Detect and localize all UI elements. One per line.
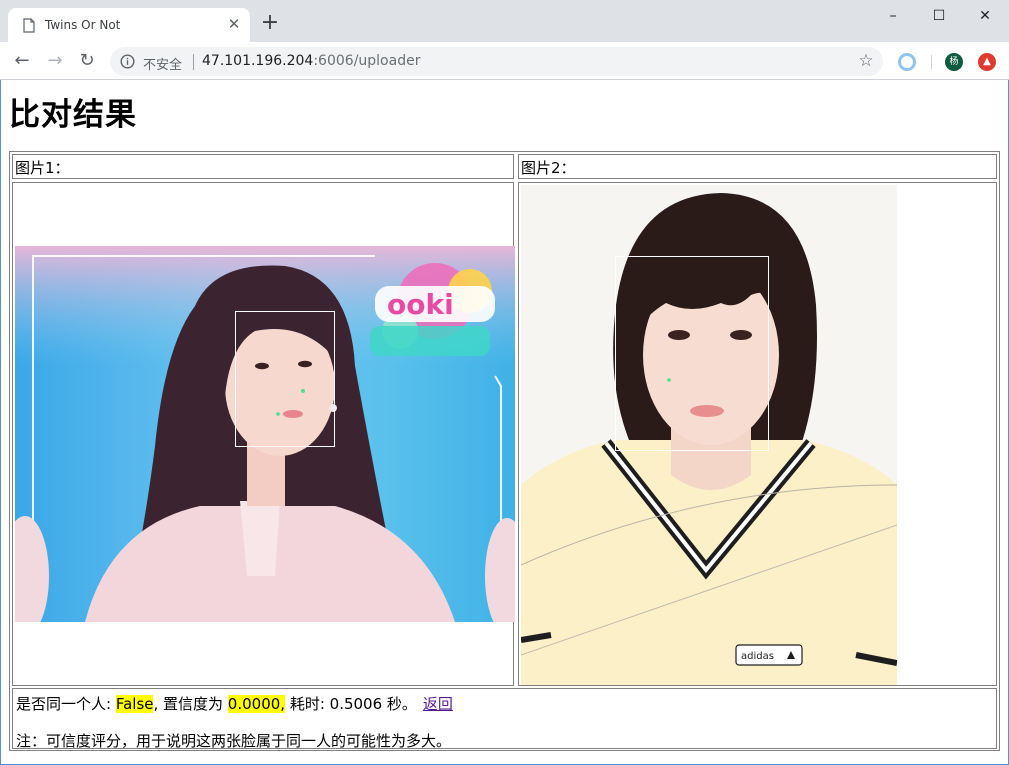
image2-label: 图片2： (521, 159, 576, 177)
window-close-icon[interactable]: ✕ (962, 2, 1008, 30)
result-table: 图片1： 图片2： ooki adidas 是否同一个人: False, 置信度… (9, 151, 1000, 751)
confidence-value: 0.0000, (227, 695, 286, 713)
page-title: 比对结果 (9, 97, 137, 133)
page-icon (23, 18, 35, 33)
image1-label: 图片1： (15, 159, 70, 177)
note-text: 注：可信度评分，用于说明这两张脸属于同一人的可能性为多大。 (16, 732, 452, 750)
address-separator (193, 54, 194, 70)
face-detection-box-1 (235, 311, 335, 447)
profile-avatar[interactable]: 杨 (945, 53, 963, 71)
result-summary: 是否同一个人: False, 置信度为 0.0000, 耗时: 0.5006 秒… (16, 693, 453, 714)
image2-cell: adidas (518, 182, 997, 686)
security-label[interactable]: 不安全 (143, 54, 182, 73)
url-host: 47.101.196.204 (202, 53, 314, 69)
forward-arrow-icon[interactable]: → (44, 50, 66, 72)
browser-toolbar: ← → ↻ 不安全 47.101.196.204:6006/uploader ☆… (0, 42, 1009, 80)
image1-cell: ooki (12, 182, 515, 686)
svg-text:ooki: ooki (387, 288, 454, 321)
new-tab-icon[interactable]: + (258, 12, 282, 36)
reload-icon[interactable]: ↻ (76, 50, 98, 72)
elapsed-time: 耗时: 0.5006 秒。 (285, 695, 417, 713)
same-person-value: False (115, 695, 154, 713)
image2-header-cell: 图片2： (518, 154, 997, 179)
page-content: 比对结果 图片1： 图片2： ooki adidas 是否同一个人: False… (0, 81, 1009, 765)
result-footer-cell: 是否同一个人: False, 置信度为 0.0000, 耗时: 0.5006 秒… (12, 688, 997, 750)
tab-title: Twins Or Not (45, 18, 121, 32)
photo-1: ooki (15, 246, 515, 622)
url-text[interactable]: 47.101.196.204:6006/uploader (202, 53, 420, 69)
update-arrow-icon[interactable]: ▲ (978, 53, 996, 71)
title-bar: Twins Or Not ✕ + – ☐ ✕ (0, 0, 1009, 42)
image1-header-cell: 图片1： (12, 154, 514, 179)
toolbar-divider (931, 55, 932, 69)
browser-tab[interactable]: Twins Or Not ✕ (8, 8, 250, 42)
back-link[interactable]: 返回 (423, 695, 453, 713)
minimize-icon[interactable]: – (870, 2, 916, 30)
confidence-label: , 置信度为 (153, 695, 228, 713)
info-icon[interactable] (120, 54, 135, 69)
bookmark-star-icon[interactable]: ☆ (857, 52, 875, 70)
tab-close-icon[interactable]: ✕ (226, 16, 242, 32)
address-bar[interactable]: 不安全 47.101.196.204:6006/uploader ☆ (110, 47, 883, 76)
url-path: :6006/uploader (313, 53, 421, 69)
same-person-label: 是否同一个人: (16, 695, 116, 713)
svg-text:adidas: adidas (741, 651, 774, 662)
photo-2: adidas (521, 185, 897, 685)
back-arrow-icon[interactable]: ← (11, 50, 33, 72)
extension-ring-icon[interactable] (898, 53, 916, 71)
maximize-icon[interactable]: ☐ (916, 2, 962, 30)
face-detection-box-2 (615, 256, 769, 451)
